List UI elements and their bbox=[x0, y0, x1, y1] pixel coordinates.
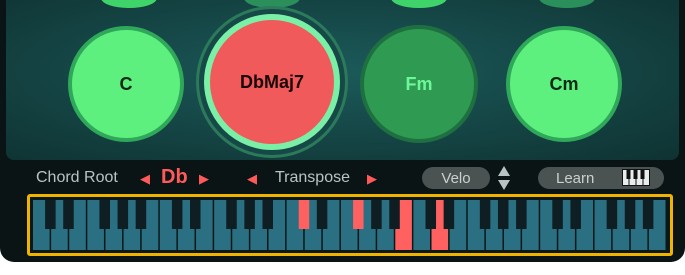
piano-keyboard[interactable] bbox=[33, 200, 667, 250]
chord-pad-area: C DbMaj7 Fm Cm bbox=[6, 0, 679, 160]
control-bar: Chord Root ◀ Db ▶ ◀ Transpose ▶ Velo Lea… bbox=[0, 163, 685, 193]
chord-root-next-icon[interactable]: ▶ bbox=[199, 171, 209, 187]
velo-label: Velo bbox=[441, 169, 471, 187]
black-key[interactable] bbox=[171, 200, 183, 229]
black-key[interactable] bbox=[425, 200, 437, 229]
learn-button[interactable]: Learn bbox=[538, 167, 664, 189]
black-key[interactable] bbox=[353, 200, 364, 229]
black-key[interactable] bbox=[443, 200, 455, 229]
black-key[interactable] bbox=[244, 200, 255, 229]
chord-root-value: Db bbox=[161, 166, 188, 188]
plugin-frame: C DbMaj7 Fm Cm Chord Root ◀ Db ▶ ◀ Trans… bbox=[0, 0, 685, 262]
black-key[interactable] bbox=[135, 200, 147, 229]
black-key[interactable] bbox=[552, 200, 563, 229]
chord-pad-dbmaj7[interactable]: DbMaj7 bbox=[204, 14, 340, 150]
black-key[interactable] bbox=[99, 200, 110, 229]
black-key[interactable] bbox=[316, 200, 328, 229]
top-chord-pad[interactable] bbox=[244, 0, 300, 8]
chord-pad-c[interactable]: C bbox=[68, 26, 184, 142]
chord-root-label: Chord Root bbox=[36, 169, 118, 186]
velo-button[interactable]: Velo bbox=[422, 167, 490, 189]
chord-pad-label: Fm bbox=[405, 73, 433, 94]
black-key[interactable] bbox=[479, 200, 491, 229]
learn-label: Learn bbox=[556, 169, 595, 187]
black-key[interactable] bbox=[226, 200, 237, 229]
chord-pad-label: C bbox=[119, 73, 133, 94]
top-chord-pad[interactable] bbox=[391, 0, 447, 8]
black-key[interactable] bbox=[45, 200, 56, 229]
black-key[interactable] bbox=[624, 200, 636, 229]
chord-pad-cm[interactable]: Cm bbox=[506, 26, 622, 142]
black-key[interactable] bbox=[570, 200, 581, 229]
top-chord-pad[interactable] bbox=[101, 0, 157, 8]
transpose-label: Transpose bbox=[275, 169, 350, 186]
black-key[interactable] bbox=[371, 200, 382, 229]
black-key[interactable] bbox=[642, 200, 654, 229]
chord-pad-label: Cm bbox=[549, 73, 579, 94]
velo-stepper-icon[interactable] bbox=[497, 164, 511, 192]
chord-pad-label: DbMaj7 bbox=[239, 71, 304, 92]
black-key[interactable] bbox=[389, 200, 400, 229]
black-key[interactable] bbox=[606, 200, 618, 229]
black-key[interactable] bbox=[190, 200, 201, 229]
black-key[interactable] bbox=[298, 200, 310, 229]
piano-keys-icon bbox=[622, 169, 650, 186]
black-key[interactable] bbox=[497, 200, 509, 229]
chord-pad-fm[interactable]: Fm bbox=[360, 25, 478, 143]
transpose-down-icon[interactable]: ◀ bbox=[247, 171, 257, 187]
chord-root-prev-icon[interactable]: ◀ bbox=[140, 171, 150, 187]
transpose-up-icon[interactable]: ▶ bbox=[367, 171, 377, 187]
black-key[interactable] bbox=[63, 200, 74, 229]
keyboard-selection-frame bbox=[27, 194, 673, 256]
black-key[interactable] bbox=[262, 200, 273, 229]
black-key[interactable] bbox=[516, 200, 527, 229]
black-key[interactable] bbox=[117, 200, 129, 229]
top-chord-pad[interactable] bbox=[539, 0, 595, 8]
